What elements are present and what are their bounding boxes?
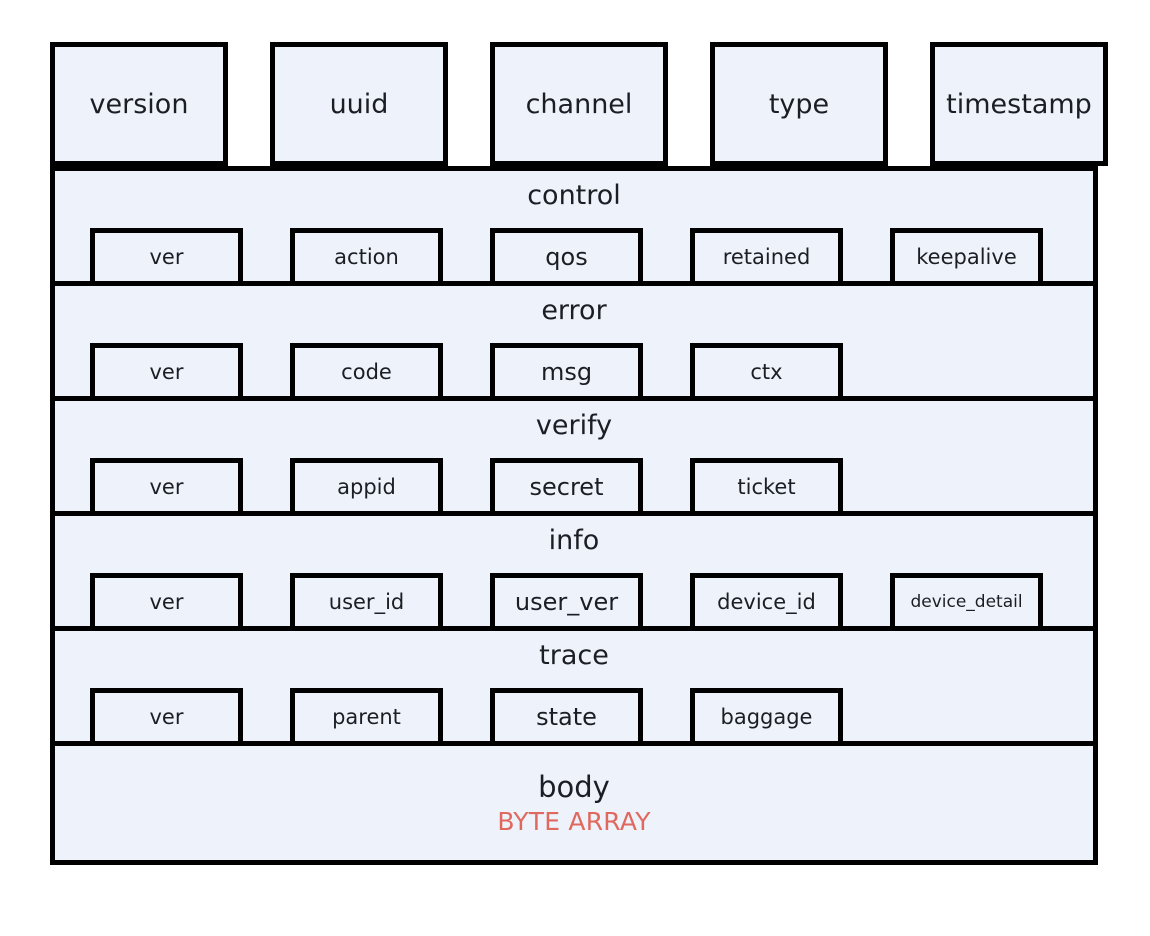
header-field-label: timestamp: [946, 88, 1092, 120]
field-label: retained: [722, 244, 811, 269]
field-verify-ticket: ticket: [690, 458, 843, 516]
field-label: ticket: [737, 474, 796, 499]
section-control: control ver action qos retained keepalive: [50, 166, 1098, 286]
field-info-ver: ver: [90, 573, 243, 631]
body-type-label: BYTE ARRAY: [497, 806, 651, 836]
section-title: verify: [535, 410, 613, 441]
body-title: body: [538, 770, 610, 805]
field-info-user_id: user_id: [290, 573, 443, 631]
field-info-device_detail: device_detail: [890, 573, 1043, 631]
header-field-channel: channel: [490, 42, 668, 166]
field-label: keepalive: [916, 244, 1017, 269]
field-label: secret: [529, 473, 604, 501]
field-control-ver: ver: [90, 228, 243, 286]
header-field-label: version: [89, 88, 189, 120]
section-error: error ver code msg ctx: [50, 281, 1098, 401]
field-info-device_id: device_id: [690, 573, 843, 631]
header-field-label: uuid: [329, 88, 389, 120]
header-field-timestamp: timestamp: [930, 42, 1108, 166]
field-verify-secret: secret: [490, 458, 643, 516]
field-label: ver: [149, 704, 184, 729]
field-label: msg: [540, 358, 593, 386]
section-info: info ver user_id user_ver device_id device_de…: [50, 511, 1098, 631]
section-field-row: ver appid secret ticket: [90, 458, 843, 516]
section-band-list: control ver action qos retained keepalive erro…: [50, 166, 1098, 746]
header-field-label: channel: [525, 88, 633, 120]
field-label: device_id: [717, 589, 816, 614]
field-label: action: [334, 244, 399, 269]
field-label: ver: [149, 474, 184, 499]
section-field-row: ver code msg ctx: [90, 343, 843, 401]
section-title: trace: [539, 640, 609, 671]
field-control-retained: retained: [690, 228, 843, 286]
section-title: info: [548, 525, 600, 556]
field-trace-baggage: baggage: [690, 688, 843, 746]
field-label: ctx: [750, 359, 783, 384]
field-error-msg: msg: [490, 343, 643, 401]
field-label: baggage: [720, 704, 813, 729]
field-label: parent: [332, 704, 401, 729]
field-trace-parent: parent: [290, 688, 443, 746]
field-label: qos: [545, 243, 588, 271]
packet-structure-diagram: version uuid channel type timestamp control v…: [50, 42, 1108, 865]
field-control-action: action: [290, 228, 443, 286]
field-label: ver: [149, 244, 184, 269]
field-trace-state: state: [490, 688, 643, 746]
field-control-qos: qos: [490, 228, 643, 286]
section-title: error: [541, 295, 607, 326]
field-label: appid: [337, 474, 396, 499]
field-label: code: [341, 359, 392, 384]
section-field-row: ver action qos retained keepalive: [90, 228, 1043, 286]
field-error-ctx: ctx: [690, 343, 843, 401]
field-label: user_id: [328, 589, 405, 614]
section-field-row: ver user_id user_ver device_id device_detail: [90, 573, 1043, 631]
field-verify-ver: ver: [90, 458, 243, 516]
header-field-version: version: [50, 42, 228, 166]
header-field-label: type: [768, 88, 830, 120]
field-info-user_ver: user_ver: [490, 573, 643, 631]
field-label: user_ver: [514, 588, 619, 616]
section-title: control: [527, 180, 621, 211]
section-verify: verify ver appid secret ticket: [50, 396, 1098, 516]
field-control-keepalive: keepalive: [890, 228, 1043, 286]
field-label: state: [536, 703, 597, 731]
section-field-row: ver parent state baggage: [90, 688, 843, 746]
field-verify-appid: appid: [290, 458, 443, 516]
field-error-ver: ver: [90, 343, 243, 401]
field-label: device_detail: [910, 591, 1023, 612]
section-body: body BYTE ARRAY: [50, 741, 1098, 865]
section-trace: trace ver parent state baggage: [50, 626, 1098, 746]
header-field-uuid: uuid: [270, 42, 448, 166]
field-label: ver: [149, 359, 184, 384]
field-trace-ver: ver: [90, 688, 243, 746]
field-label: ver: [149, 589, 184, 614]
header-field-row: version uuid channel type timestamp: [50, 42, 1108, 166]
field-error-code: code: [290, 343, 443, 401]
header-field-type: type: [710, 42, 888, 166]
